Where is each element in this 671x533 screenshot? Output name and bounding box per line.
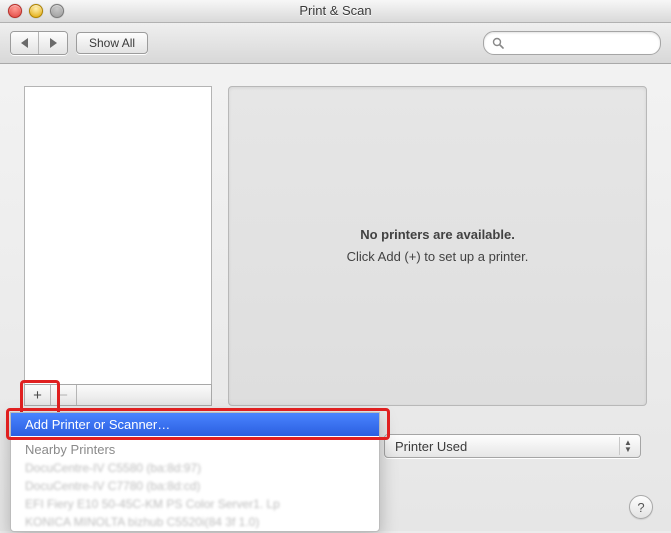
search-input[interactable] [509, 35, 652, 51]
window-title: Print & Scan [0, 0, 671, 22]
close-window-button[interactable] [8, 4, 22, 18]
show-all-button[interactable]: Show All [76, 32, 148, 54]
updown-arrows-icon: ▲▼ [619, 437, 636, 455]
default-printer-popup[interactable]: Printer Used ▲▼ [384, 434, 641, 458]
help-icon: ? [637, 500, 644, 515]
back-button[interactable] [11, 32, 39, 54]
printer-list-footer: + − [24, 384, 212, 406]
help-button[interactable]: ? [629, 495, 653, 519]
no-printers-text: No printers are available. [360, 227, 515, 242]
menu-item-nearby-printer[interactable]: DocuCentre-IV C5580 (ba:8d:97) [11, 459, 379, 477]
chevron-right-icon [50, 38, 57, 48]
printer-detail-pane: No printers are available. Click Add (+)… [228, 86, 647, 406]
window-controls [8, 4, 64, 18]
toolbar: Show All [0, 23, 671, 64]
add-printer-menu: Add Printer or Scanner… Nearby Printers … [10, 412, 380, 532]
menu-item-nearby-printer[interactable]: DocuCentre-IV C7780 (ba:8d:cd) [11, 477, 379, 495]
titlebar: Print & Scan [0, 0, 671, 23]
minimize-window-button[interactable] [29, 4, 43, 18]
zoom-window-button[interactable] [50, 4, 64, 18]
add-printer-button[interactable]: + [25, 385, 51, 405]
content-area: + − No printers are available. Click Add… [0, 64, 671, 533]
search-field[interactable] [483, 31, 661, 55]
default-printer-value: Printer Used [395, 439, 467, 454]
chevron-left-icon [21, 38, 28, 48]
menu-item-nearby-printer[interactable]: EFI Fiery E10 50-45C-KM PS Color Server1… [11, 495, 379, 513]
add-instruction-text: Click Add (+) to set up a printer. [347, 246, 529, 268]
menu-item-add-printer-or-scanner[interactable]: Add Printer or Scanner… [11, 413, 379, 436]
default-printer-row: Printer Used ▲▼ [380, 434, 641, 458]
menu-item-nearby-printer[interactable]: KONICA MINOLTA bizhub C5520i(84 3f 1.0) [11, 513, 379, 531]
printer-list[interactable] [24, 86, 212, 385]
forward-button[interactable] [39, 32, 67, 54]
preferences-window: Print & Scan Show All + − No printers ar… [0, 0, 671, 531]
search-icon [492, 37, 504, 49]
nav-segmented-control [10, 31, 68, 55]
menu-section-nearby-printers: Nearby Printers [11, 436, 379, 459]
remove-printer-button[interactable]: − [51, 385, 77, 405]
